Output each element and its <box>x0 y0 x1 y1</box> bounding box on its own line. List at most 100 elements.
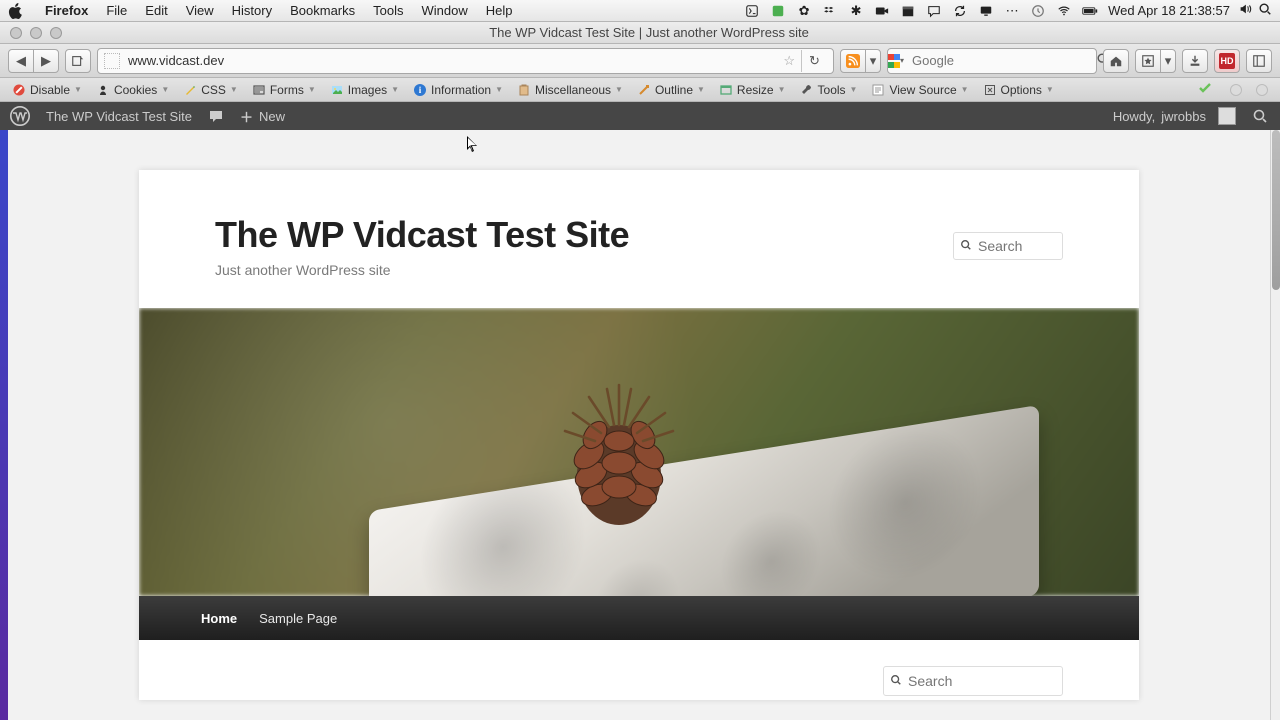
status-green-icon[interactable] <box>770 3 786 19</box>
bookmarks-button[interactable] <box>1135 49 1161 73</box>
wp-howdy[interactable]: Howdy, jwrobbs <box>1113 107 1236 125</box>
wd-disable[interactable]: Disable▼ <box>6 83 88 97</box>
reload-button[interactable]: ↻ <box>801 50 827 72</box>
wd-status-ok <box>1198 81 1212 98</box>
plus-icon: ＋ <box>240 107 253 126</box>
browser-search-input[interactable] <box>910 52 1090 69</box>
window-title: The WP Vidcast Test Site | Just another … <box>74 25 1224 40</box>
webdev-toolbar: Disable▼ Cookies▼ CSS▼ Forms▼ Images▼ i … <box>0 78 1280 102</box>
bookmarks-menu-button[interactable]: ▾ <box>1160 49 1176 73</box>
apple-menu-icon[interactable] <box>8 3 24 19</box>
wd-images[interactable]: Images▼ <box>324 83 405 97</box>
avatar <box>1218 107 1236 125</box>
browser-toolbar: ◀ ▶ ☆ ↻ ▾ ▾ ▾ HD <box>0 44 1280 78</box>
wd-tools[interactable]: Tools▼ <box>794 83 864 97</box>
nav-home[interactable]: Home <box>199 607 239 630</box>
cookies-icon <box>96 83 110 97</box>
window-traffic-lights <box>10 27 62 39</box>
menu-history[interactable]: History <box>232 3 272 18</box>
menu-edit[interactable]: Edit <box>145 3 167 18</box>
info-icon: i <box>413 83 427 97</box>
wd-forms[interactable]: Forms▼ <box>246 83 322 97</box>
browser-search-box[interactable]: ▾ <box>887 48 1097 74</box>
nav-back-button[interactable]: ◀ <box>8 49 34 73</box>
status-volume-icon[interactable] <box>1238 2 1252 19</box>
status-battery-icon[interactable] <box>1082 3 1098 19</box>
wd-information[interactable]: i Information▼ <box>407 83 509 97</box>
sidebar-search-input[interactable] <box>906 672 1056 690</box>
sidebar-search-box[interactable] <box>883 666 1063 696</box>
css-icon <box>183 83 197 97</box>
status-dots-icon[interactable]: ⋯ <box>1004 3 1020 19</box>
wd-resize[interactable]: Resize▼ <box>713 83 792 97</box>
header-search-input[interactable] <box>976 237 1056 255</box>
search-icon <box>890 674 902 689</box>
feed-button[interactable] <box>840 49 866 73</box>
status-fan-icon[interactable]: ✿ <box>796 3 812 19</box>
menu-bookmarks[interactable]: Bookmarks <box>290 3 355 18</box>
status-messages-icon[interactable] <box>926 3 942 19</box>
wd-status-dot-2 <box>1256 84 1268 96</box>
recent-pages-button[interactable] <box>65 49 91 73</box>
viewsource-icon <box>871 83 885 97</box>
site-title[interactable]: The WP Vidcast Test Site <box>215 214 1063 256</box>
menu-window[interactable]: Window <box>422 3 468 18</box>
images-icon <box>330 83 344 97</box>
resize-icon <box>719 83 733 97</box>
wd-misc[interactable]: Miscellaneous▼ <box>511 83 629 97</box>
menu-file[interactable]: File <box>106 3 127 18</box>
status-sync-icon[interactable] <box>952 3 968 19</box>
status-timemachine-icon[interactable] <box>1030 3 1046 19</box>
status-asterisk-icon[interactable]: ✱ <box>848 3 864 19</box>
wp-new-link[interactable]: ＋ New <box>240 107 285 126</box>
spotlight-icon[interactable] <box>1258 2 1272 19</box>
status-calendar-icon[interactable] <box>900 3 916 19</box>
pinecone-icon <box>519 345 719 545</box>
vertical-scrollbar[interactable] <box>1270 130 1280 720</box>
home-button[interactable] <box>1103 49 1129 73</box>
wd-css[interactable]: CSS▼ <box>177 83 244 97</box>
menubar-clock[interactable]: Wed Apr 18 21:38:57 <box>1108 3 1230 18</box>
window-close-button[interactable] <box>10 27 22 39</box>
bookmark-star-icon[interactable]: ☆ <box>783 53 795 69</box>
app-name[interactable]: Firefox <box>45 3 88 18</box>
wp-site-link[interactable]: The WP Vidcast Test Site <box>46 109 192 124</box>
status-display-icon[interactable] <box>978 3 994 19</box>
wd-cookies[interactable]: Cookies▼ <box>90 83 175 97</box>
site-identity-icon[interactable] <box>104 53 120 69</box>
menu-help[interactable]: Help <box>486 3 513 18</box>
page-viewport: The WP Vidcast Test Site Just another Wo… <box>8 130 1270 720</box>
url-input[interactable] <box>126 52 777 69</box>
feed-menu-button[interactable]: ▾ <box>865 49 881 73</box>
scrollbar-thumb[interactable] <box>1272 130 1280 290</box>
options-icon <box>983 83 997 97</box>
url-bar[interactable]: ☆ ↻ <box>97 48 834 74</box>
header-search-box[interactable] <box>953 232 1063 260</box>
site-header: The WP Vidcast Test Site Just another Wo… <box>139 170 1139 308</box>
status-wifi-icon[interactable] <box>1056 3 1072 19</box>
downloads-button[interactable] <box>1182 49 1208 73</box>
status-script-icon[interactable] <box>744 3 760 19</box>
nav-forward-button[interactable]: ▶ <box>33 49 59 73</box>
window-zoom-button[interactable] <box>50 27 62 39</box>
menu-view[interactable]: View <box>186 3 214 18</box>
wd-options[interactable]: Options▼ <box>977 83 1060 97</box>
mac-menubar: Firefox File Edit View History Bookmarks… <box>0 0 1280 22</box>
outline-icon <box>637 83 651 97</box>
wp-adminbar-search-icon[interactable] <box>1252 107 1270 125</box>
wp-logo-icon[interactable] <box>10 106 30 126</box>
menu-tools[interactable]: Tools <box>373 3 403 18</box>
window-minimize-button[interactable] <box>30 27 42 39</box>
wp-comments-link[interactable] <box>208 108 224 124</box>
site-page: The WP Vidcast Test Site Just another Wo… <box>139 170 1139 700</box>
hd-button[interactable]: HD <box>1214 49 1240 73</box>
status-dropbox-icon[interactable] <box>822 3 838 19</box>
header-image <box>139 308 1139 596</box>
wd-outline[interactable]: Outline▼ <box>631 83 711 97</box>
site-tagline: Just another WordPress site <box>215 262 1063 278</box>
status-camera-icon[interactable] <box>874 3 890 19</box>
wd-viewsource[interactable]: View Source▼ <box>865 83 974 97</box>
search-engine-chevron-icon[interactable]: ▾ <box>900 56 904 65</box>
panels-button[interactable] <box>1246 49 1272 73</box>
nav-sample[interactable]: Sample Page <box>257 607 339 630</box>
